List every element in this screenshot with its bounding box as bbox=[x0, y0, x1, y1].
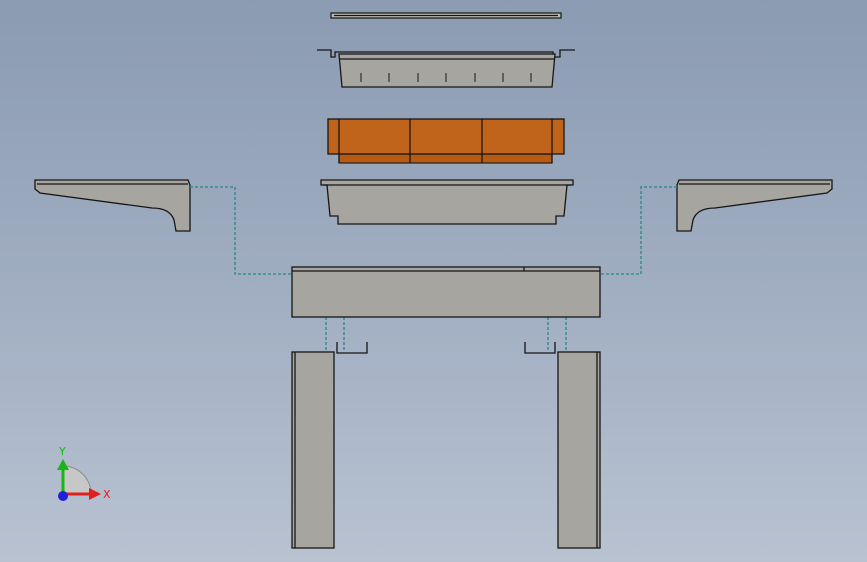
right-leg[interactable] bbox=[557, 351, 601, 549]
beam[interactable] bbox=[291, 266, 601, 318]
coordinate-triad: Y X bbox=[57, 445, 111, 501]
brick-block[interactable] bbox=[327, 118, 565, 164]
right-bracket[interactable] bbox=[676, 179, 833, 232]
x-axis-label: X bbox=[103, 488, 111, 501]
right-clip[interactable] bbox=[524, 342, 556, 354]
left-bracket[interactable] bbox=[34, 179, 191, 232]
y-arrow-icon bbox=[57, 459, 69, 470]
graphics-viewport[interactable]: Y X bbox=[0, 0, 867, 562]
lid-plate[interactable] bbox=[330, 12, 562, 19]
y-axis-label: Y bbox=[58, 445, 66, 458]
assembly-scene[interactable]: Y X bbox=[0, 0, 867, 562]
tray[interactable] bbox=[317, 49, 575, 88]
left-leg[interactable] bbox=[291, 351, 335, 549]
basin[interactable] bbox=[320, 179, 574, 225]
triad-arc bbox=[62, 465, 92, 495]
left-clip[interactable] bbox=[336, 342, 368, 354]
z-axis-dot bbox=[58, 491, 68, 501]
x-arrow-icon bbox=[89, 488, 101, 500]
